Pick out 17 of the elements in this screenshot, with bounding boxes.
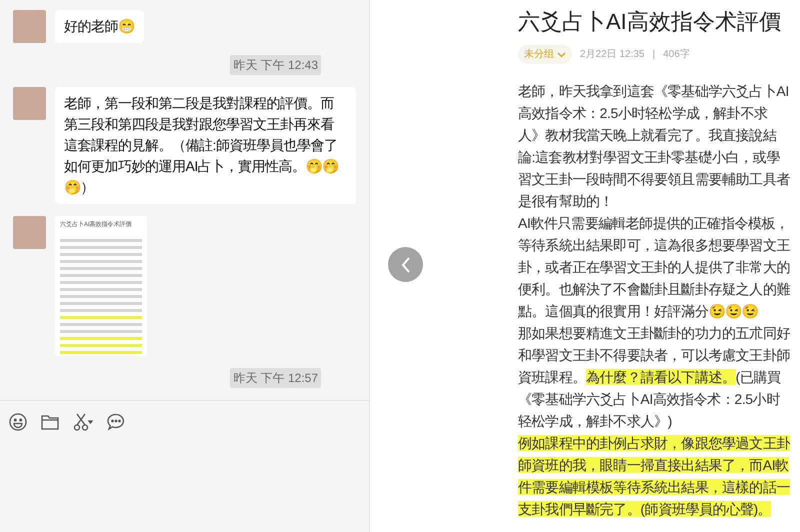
article-title: 六爻占卜AI高效指令术評價 xyxy=(518,8,782,36)
article-paragraph: AI軟件只需要編輯老師提供的正確指令模板，等待系統出結果即可，這為很多想要學習文王卦，或者正在學習文王卦的人提供了非常大的便利。也解決了不會斷卦且斷卦存疑之人的難點。這個真的很實用！好評滿分😉😉😉 xyxy=(518,214,792,321)
scissors-icon[interactable] xyxy=(73,413,93,431)
chat-bubble-icon[interactable] xyxy=(107,413,125,431)
folder-icon[interactable] xyxy=(41,414,59,430)
message-bubble: 好的老師😁 xyxy=(55,10,144,43)
timestamp: 昨天 下午 12:57 xyxy=(230,368,321,388)
message-bubble: 老師，第一段和第二段是我對課程的評價。而第三段和第四段是我對跟您學習文王卦再來看這套課程的見解。（備註:師資班學員也學會了如何更加巧妙的運用AI占卜，實用性高。🤭🤭🤭） xyxy=(55,87,356,204)
timestamp: 昨天 下午 12:43 xyxy=(230,55,321,75)
separator: | xyxy=(652,48,656,62)
article-paragraph: 那如果想要精進文王卦斷卦的功力的五朮同好和學習文王卦不得要訣者，可以考慮文王卦師資班課程。為什麼？請看以下講述。(已購買《零基础学六爻占卜AI高效指令术：2.5小时轻松学成，解卦不求人》) xyxy=(518,324,792,431)
chevron-down-icon xyxy=(557,52,566,58)
article-paragraph: 老師，昨天我拿到這套《零基础学六爻占卜AI高效指令术：2.5小时轻松学成，解卦不求人》教材我當天晚上就看完了。我直接說結論:這套教材對學習文王卦零基礎小白，或學習文王卦一段時間不得要領且需要輔助工具者是很有幫助的！ xyxy=(518,82,792,211)
article-date: 2月22日 12:35 xyxy=(580,48,644,62)
chevron-left-icon xyxy=(400,256,410,272)
emoji-icon[interactable] xyxy=(9,413,27,431)
word-count: 406字 xyxy=(663,48,690,62)
